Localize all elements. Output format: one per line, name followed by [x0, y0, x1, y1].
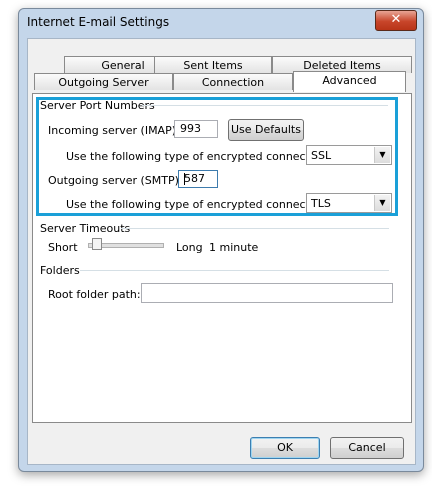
incoming-server-label: Incoming server (IMAP):: [48, 124, 180, 137]
chevron-down-icon[interactable]: ▼: [374, 147, 390, 163]
use-defaults-button[interactable]: Use Defaults: [228, 119, 304, 141]
group-folders: Folders: [40, 264, 80, 277]
tab-outgoing-server[interactable]: Outgoing Server: [34, 73, 173, 90]
cancel-button[interactable]: Cancel: [330, 437, 404, 459]
window-title: Internet E-mail Settings: [27, 15, 170, 29]
group-divider: [142, 105, 388, 106]
encryption-select-outgoing[interactable]: TLS ▼: [306, 193, 392, 213]
root-folder-label: Root folder path:: [48, 288, 141, 301]
chevron-down-icon[interactable]: ▼: [374, 195, 390, 211]
encryption-label-incoming: Use the following type of encrypted conn…: [66, 150, 331, 163]
timeout-long-label: Long: [176, 241, 203, 254]
tab-connection[interactable]: Connection: [173, 73, 293, 90]
timeout-short-label: Short: [48, 241, 78, 254]
root-folder-input[interactable]: [141, 283, 393, 303]
outgoing-server-label: Outgoing server (SMTP):: [48, 174, 183, 187]
group-divider: [80, 270, 389, 271]
close-button[interactable]: ✕: [375, 10, 417, 31]
group-server-timeouts: Server Timeouts: [40, 222, 131, 235]
group-server-ports: Server Port Numbers: [40, 99, 155, 112]
encryption-select-incoming[interactable]: SSL ▼: [306, 145, 392, 165]
encryption-outgoing-value: TLS: [311, 197, 331, 210]
ok-button[interactable]: OK: [250, 437, 320, 459]
group-divider: [121, 228, 389, 229]
tab-sent-items[interactable]: Sent Items: [154, 56, 272, 73]
tab-advanced[interactable]: Advanced: [293, 71, 406, 92]
dialog-window: Internet E-mail Settings ✕ General Sent …: [18, 8, 424, 472]
encryption-label-outgoing: Use the following type of encrypted conn…: [66, 198, 331, 211]
text-caret: [184, 173, 185, 185]
timeout-value: 1 minute: [209, 241, 259, 254]
timeout-slider-thumb[interactable]: [91, 238, 102, 250]
encryption-incoming-value: SSL: [311, 149, 332, 162]
close-icon: ✕: [390, 12, 402, 27]
incoming-port-input[interactable]: 993: [174, 120, 218, 138]
